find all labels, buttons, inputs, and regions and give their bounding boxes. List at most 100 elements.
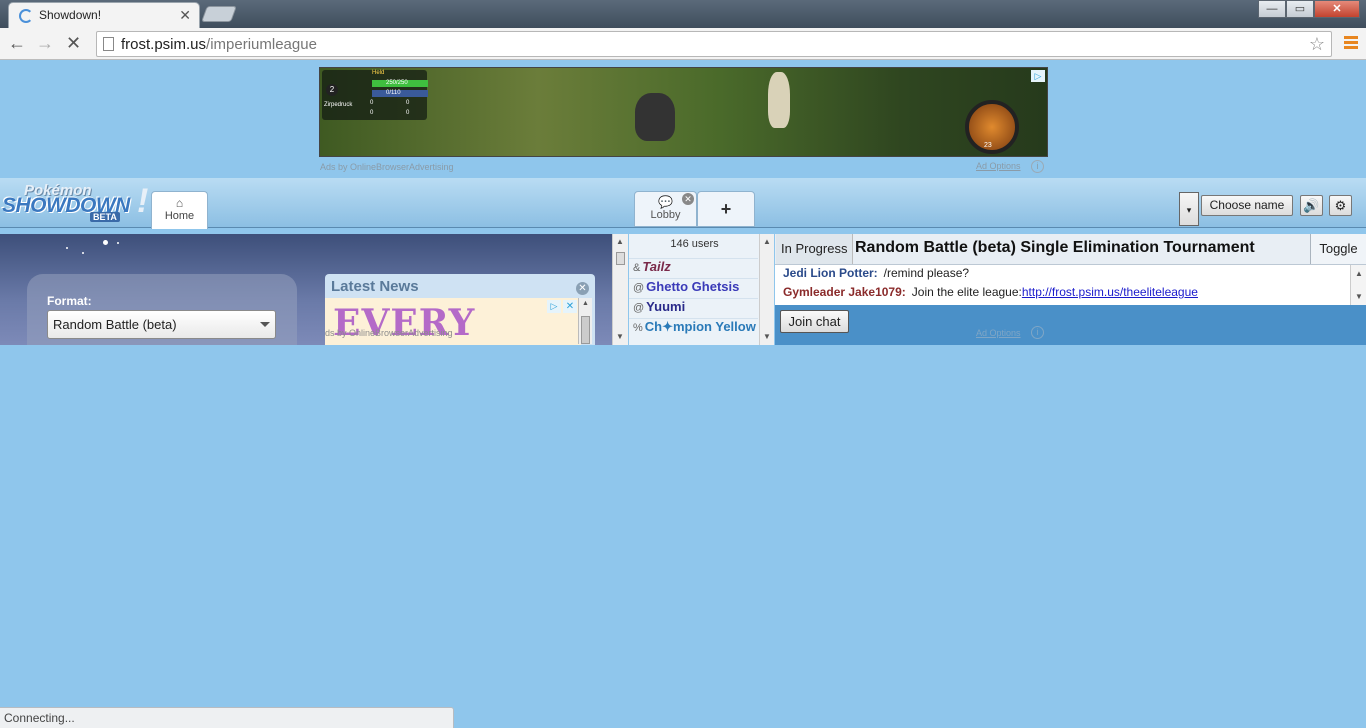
showdown-logo[interactable]: Pokémon SHOWDOWN BETA !: [2, 180, 148, 226]
chat-scrollbar[interactable]: ▲ ▼: [1350, 265, 1366, 305]
chevron-down-icon[interactable]: ▾: [1179, 192, 1199, 226]
close-tab-icon[interactable]: ✕: [179, 7, 191, 24]
userlist-scrollbar[interactable]: ▲ ▼: [759, 234, 774, 345]
home-panel: Format: Random Battle (beta) Latest News…: [0, 234, 612, 345]
ad-info-icon[interactable]: i: [1031, 160, 1044, 173]
ad-info-icon[interactable]: i: [1031, 326, 1044, 339]
new-room-button[interactable]: +: [697, 191, 755, 227]
scroll-up-icon[interactable]: ▲: [582, 300, 589, 307]
ad-options-link[interactable]: Ad Options: [976, 328, 1021, 338]
maximize-button[interactable]: ▭: [1286, 0, 1314, 18]
home-scrollbar[interactable]: ▲ ▼: [612, 234, 628, 345]
latest-news-panel: Latest News ✕ EVERY ds by OnlineBrowserA…: [325, 274, 595, 345]
scrollbar-thumb[interactable]: [581, 316, 590, 344]
close-news-icon[interactable]: ✕: [576, 282, 589, 295]
close-ad-icon[interactable]: ✕: [563, 300, 577, 313]
address-bar[interactable]: frost.psim.us/imperiumleague ☆: [96, 31, 1332, 57]
user-name[interactable]: Ch✦mpion Yellow: [645, 319, 756, 334]
scroll-down-icon[interactable]: ▼: [616, 332, 624, 341]
browser-menu-icon[interactable]: [1344, 36, 1358, 51]
minimize-button[interactable]: —: [1258, 0, 1286, 18]
scroll-up-icon[interactable]: ▲: [763, 237, 771, 246]
user-rank: @: [633, 302, 645, 314]
ad-options-link[interactable]: Ad Options: [976, 161, 1021, 171]
tournament-title: Random Battle (beta) Single Elimination …: [855, 239, 1255, 256]
news-ad[interactable]: EVERY ds by OnlineBrowserAdvertising ▷ ✕: [325, 298, 581, 345]
format-select[interactable]: Random Battle (beta): [47, 310, 276, 339]
user-rank: @: [633, 282, 645, 294]
gear-icon[interactable]: ⚙: [1329, 195, 1352, 216]
ad-hud-player: Zirpedruck: [324, 102, 353, 108]
scroll-down-icon[interactable]: ▼: [763, 332, 771, 341]
close-window-button[interactable]: ✕: [1314, 0, 1360, 18]
browser-toolbar: ← → ✕ frost.psim.us/imperiumleague ☆: [0, 28, 1366, 60]
url-path: /imperiumleague: [206, 36, 317, 53]
ad-hud-name: Held: [372, 70, 385, 76]
tournament-toggle-button[interactable]: Toggle: [1310, 234, 1366, 264]
user-list-item[interactable]: % Ch✦mpion Yellow: [629, 318, 758, 338]
loading-spinner-icon: [19, 9, 33, 23]
user-name[interactable]: Yuumi: [646, 299, 685, 314]
url-host: frost.psim.us: [121, 36, 207, 53]
user-name[interactable]: Tailz: [642, 259, 670, 274]
user-list-item[interactable]: @ Ghetto Ghetsis: [629, 278, 758, 298]
stop-button[interactable]: ✕: [66, 33, 81, 54]
news-ad-caption: ds by OnlineBrowserAdvertising: [325, 328, 453, 338]
tournament-status: In Progress: [776, 234, 854, 264]
chat-link[interactable]: http://frost.psim.us/theeliteleague: [1022, 285, 1198, 299]
ad-caption[interactable]: Ads by OnlineBrowserAdvertising: [320, 162, 454, 172]
chat-message: Gymleader Jake1079: Join the elite league…: [783, 285, 1198, 299]
adchoices-icon[interactable]: ▷: [547, 300, 561, 313]
chat-username[interactable]: Gymleader Jake1079:: [783, 285, 906, 299]
browser-tab-title: Showdown!: [39, 8, 102, 22]
tab-home[interactable]: ⌂ Home: [151, 191, 208, 229]
news-scrollbar[interactable]: ▲: [578, 298, 592, 344]
star-decoration: [66, 247, 68, 249]
close-lobby-icon[interactable]: ✕: [682, 193, 694, 205]
ad-hp-text: 250/250: [386, 80, 408, 86]
ad-hud-badge: 23: [984, 142, 992, 149]
ad-mp-text: 0/110: [386, 90, 401, 96]
user-list-item[interactable]: & Tailz: [629, 258, 758, 278]
ad-hp-bar: 250/250: [372, 80, 428, 87]
user-rank: &: [633, 262, 641, 274]
back-button[interactable]: ←: [8, 33, 26, 54]
ad-hud-count: 0: [370, 110, 374, 116]
user-name[interactable]: Ghetto Ghetsis: [646, 279, 739, 294]
scroll-down-icon[interactable]: ▼: [1355, 292, 1363, 301]
tournament-bar: In Progress Random Battle (beta) Single …: [775, 234, 1366, 265]
browser-titlebar: Showdown! ✕ — ▭ ✕: [0, 0, 1366, 28]
star-decoration: [103, 240, 108, 245]
adchoices-icon[interactable]: ▷: [1031, 70, 1045, 82]
scroll-up-icon[interactable]: ▲: [1355, 269, 1363, 278]
forward-button[interactable]: →: [36, 33, 54, 54]
sound-icon[interactable]: 🔊: [1300, 195, 1323, 216]
user-list-item[interactable]: @ Yuumi: [629, 298, 758, 318]
news-title: Latest News: [331, 278, 419, 295]
ad-mp-bar: 0/110: [372, 90, 428, 97]
chevron-down-icon: [260, 322, 270, 327]
choose-name-button[interactable]: Choose name: [1201, 195, 1293, 216]
scrollbar-thumb[interactable]: [616, 252, 625, 265]
bookmark-star-icon[interactable]: ☆: [1309, 34, 1325, 55]
logo-beta-badge: BETA: [90, 212, 120, 222]
ad-hud-level: 2: [326, 84, 338, 96]
ad-ring-graphic: 23: [965, 100, 1019, 154]
join-chat-button[interactable]: Join chat: [780, 310, 849, 333]
url-text: frost.psim.us/imperiumleague: [121, 36, 317, 53]
tab-lobby[interactable]: 💬 Lobby ✕: [634, 191, 697, 227]
page-icon: [103, 37, 114, 51]
ad-hud-count: 0: [406, 100, 410, 106]
ad-hud-count: 0: [406, 110, 410, 116]
chat-username[interactable]: Jedi Lion Potter:: [783, 266, 878, 280]
scroll-up-icon[interactable]: ▲: [616, 237, 624, 246]
ad-gorilla-figure: [635, 93, 675, 141]
new-tab-button[interactable]: [201, 6, 237, 22]
browser-tab-showdown[interactable]: Showdown! ✕: [8, 2, 200, 28]
ad-hud-count: 0: [370, 100, 374, 106]
ad-banner[interactable]: 2 Held 250/250 0/110 Zirpedruck 0 0 0 0 …: [319, 67, 1048, 157]
logo-bang: !: [137, 182, 149, 220]
home-icon: ⌂: [175, 196, 184, 210]
ad-warrior-figure: [768, 72, 790, 128]
star-decoration: [117, 242, 119, 244]
